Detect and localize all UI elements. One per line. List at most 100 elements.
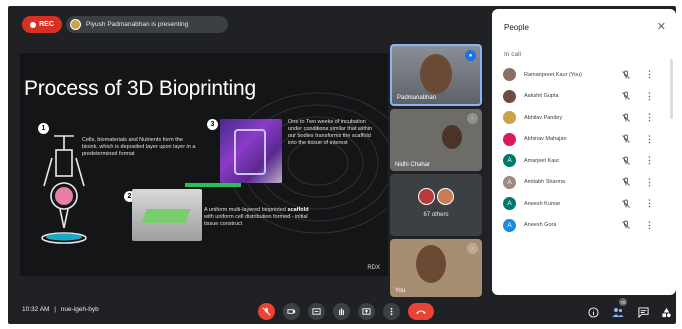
avatar: A <box>503 218 516 232</box>
in-call-section-label: In call <box>504 51 521 58</box>
separator: | <box>54 306 56 313</box>
participant-row[interactable]: Aakshit Gupta ⋮ <box>492 86 676 108</box>
rec-label: REC <box>39 21 54 28</box>
present-button[interactable] <box>358 303 375 320</box>
presenter-avatar <box>70 19 81 30</box>
avatar <box>503 89 516 103</box>
mic-off-icon: ◦ <box>467 243 478 254</box>
meeting-info: 10:32 AM | nue-igeh-byb <box>22 306 99 313</box>
participant-name: Amarjeet Kaur <box>524 157 560 164</box>
end-call-button[interactable] <box>408 303 434 320</box>
meeting-code: nue-igeh-byb <box>60 306 99 313</box>
chat-icon <box>637 306 649 318</box>
participant-name: Aneesh Kumar <box>524 200 561 207</box>
captions-button[interactable] <box>308 303 325 320</box>
activities-icon <box>661 307 671 317</box>
more-options-icon[interactable]: ⋮ <box>645 134 654 145</box>
more-options-icon[interactable]: ⋮ <box>645 91 654 102</box>
mic-off-icon <box>262 307 271 316</box>
recording-badge[interactable]: REC <box>22 16 62 33</box>
avatar <box>503 132 516 146</box>
participant-list: Ramanpreet Kaur (You) ⋮ Aakshit Gupta ⋮ Abhi… <box>492 64 676 236</box>
participant-row[interactable]: A Aneesh Kumar ⋮ <box>492 193 676 215</box>
mic-off-icon[interactable] <box>621 199 631 209</box>
participant-name: Ramanpreet Kaur (You) <box>524 71 582 78</box>
others-tile[interactable]: 67 others <box>390 174 482 236</box>
mic-off-icon[interactable] <box>621 113 631 123</box>
others-avatars <box>390 188 482 205</box>
mic-off-icon[interactable] <box>621 177 631 187</box>
people-panel: People ✕ In call Ramanpreet Kaur (You) ⋮ A… <box>492 9 676 295</box>
more-options-button[interactable] <box>383 303 400 320</box>
chat-button[interactable] <box>636 305 650 319</box>
scaffold-image <box>132 189 202 241</box>
camera-toggle-button[interactable] <box>283 303 300 320</box>
participant-name: Aneesh Gora <box>524 222 557 229</box>
step2-text: A uniform multi-layered bioprinted scaff… <box>204 207 309 227</box>
people-button[interactable] <box>611 305 625 319</box>
mic-off-icon[interactable] <box>621 220 631 230</box>
close-panel-button[interactable]: ✕ <box>657 20 666 33</box>
participant-row[interactable]: Abhinav Mahajan ⋮ <box>492 129 676 151</box>
participant-name: You <box>395 288 406 294</box>
mic-off-icon: ◦ <box>467 113 478 124</box>
step1-text: Cells, biomaterials and Nutrients form t… <box>82 137 196 157</box>
slide-watermark: RDX <box>367 265 380 271</box>
participant-row[interactable]: A Amitabh Sharma ⋮ <box>492 172 676 194</box>
mic-toggle-button[interactable] <box>258 303 275 320</box>
participant-row[interactable]: Ramanpreet Kaur (You) ⋮ <box>492 64 676 86</box>
participant-tile-presenter[interactable]: ● Padmanabhan <box>390 44 482 106</box>
presenting-text: Piyush Padmanabhan is presenting <box>86 21 189 28</box>
participant-name: Aakshit Gupta <box>524 93 559 100</box>
participant-row[interactable]: A Aneesh Gora ⋮ <box>492 215 676 237</box>
self-tile[interactable]: ◦ You <box>390 239 482 297</box>
participant-name: Nidhi Chahar <box>395 162 431 168</box>
participant-row[interactable]: A Amarjeet Kaur ⋮ <box>492 150 676 172</box>
activities-button[interactable] <box>659 305 673 319</box>
participant-video <box>442 125 462 149</box>
participant-name: Amitabh Sharma <box>524 179 565 186</box>
participant-name: Abhilav Pandey <box>524 114 563 121</box>
meeting-details-button[interactable] <box>586 305 600 319</box>
participant-row[interactable]: Abhilav Pandey ⋮ <box>492 107 676 129</box>
panel-title: People <box>504 23 529 32</box>
presenting-chip[interactable]: Piyush Padmanabhan is presenting <box>66 16 228 33</box>
record-dot-icon <box>30 21 37 28</box>
participant-name: Padmanabhan <box>397 95 437 101</box>
audio-indicator-icon: ● <box>465 50 476 61</box>
more-options-icon[interactable]: ⋮ <box>645 112 654 123</box>
avatar: A <box>503 154 516 168</box>
avatar <box>503 68 516 82</box>
hand-icon <box>339 308 344 316</box>
captions-icon <box>312 308 321 315</box>
raise-hand-button[interactable] <box>333 303 350 320</box>
mic-off-icon[interactable] <box>621 91 631 101</box>
step3-text: One to Two weeks of incubation under con… <box>288 119 373 146</box>
mic-off-icon[interactable] <box>621 70 631 80</box>
step-badge-3: 3 <box>207 119 218 130</box>
more-vert-icon <box>390 307 393 316</box>
self-video <box>416 245 446 283</box>
more-options-icon[interactable]: ⋮ <box>645 198 654 209</box>
participant-name: Abhinav Mahajan <box>524 136 567 143</box>
more-options-icon[interactable]: ⋮ <box>645 177 654 188</box>
avatar: A <box>503 197 516 211</box>
mic-off-icon[interactable] <box>621 156 631 166</box>
people-icon <box>612 307 624 317</box>
more-options-icon[interactable]: ⋮ <box>645 220 654 231</box>
green-bar-decoration <box>185 183 241 187</box>
incubation-image <box>220 119 282 183</box>
more-options-icon[interactable]: ⋮ <box>645 69 654 80</box>
participant-count-badge: 70 <box>619 298 627 306</box>
others-count: 67 others <box>423 212 449 218</box>
more-options-icon[interactable]: ⋮ <box>645 155 654 166</box>
meeting-time: 10:32 AM <box>22 306 50 313</box>
info-icon <box>587 306 599 318</box>
present-icon <box>362 308 371 315</box>
presentation-slide: Process of 3D Bioprinting 1 2 3 Cells, b… <box>20 53 388 276</box>
mic-off-icon[interactable] <box>621 134 631 144</box>
participant-tile-nidhi[interactable]: ◦ Nidhi Chahar <box>390 109 482 171</box>
avatar <box>503 111 516 125</box>
avatar: A <box>503 175 516 189</box>
camera-icon <box>287 309 296 314</box>
